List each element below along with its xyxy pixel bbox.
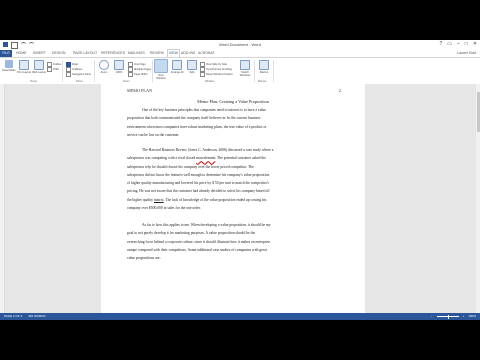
page-number: 2 xyxy=(338,88,341,93)
checkbox-icon xyxy=(66,72,71,77)
zoom-slider[interactable] xyxy=(436,314,459,319)
text-line: the higher quality matrix. The lack of k… xyxy=(127,197,267,202)
zoom-level[interactable]: 100% xyxy=(468,313,476,320)
web-layout-button[interactable]: Web Layout xyxy=(32,60,46,74)
tab-mailings[interactable]: MAILINGS xyxy=(128,50,145,57)
zoom-100-icon xyxy=(114,60,124,70)
macros-icon xyxy=(259,60,269,70)
running-head: MEMO PLAN xyxy=(127,88,153,93)
switch-windows-icon xyxy=(240,60,250,70)
arrange-all-icon xyxy=(172,60,182,70)
draft-button[interactable]: Draft xyxy=(47,67,59,72)
read-mode-icon xyxy=(5,60,13,68)
tab-design[interactable]: DESIGN xyxy=(52,50,65,57)
switch-windows-button[interactable]: Switch Windows xyxy=(238,60,252,77)
flagged-word[interactable]: matrix xyxy=(154,198,164,202)
zoom-button[interactable]: Zoom xyxy=(97,60,111,74)
text-line: One of the key business principles that … xyxy=(142,108,267,112)
zoom-in-icon[interactable]: + xyxy=(463,313,465,320)
text-line: proposition that both communicated the c… xyxy=(127,116,261,121)
macros-button[interactable]: Macros xyxy=(257,60,271,74)
tab-insert[interactable]: INSERT xyxy=(33,50,46,57)
vertical-scrollbar[interactable] xyxy=(476,84,480,313)
document-area: MEMO PLAN 2 Memo Plan: Creating a Value … xyxy=(0,84,480,313)
group-zoom-label: Zoom xyxy=(123,80,130,83)
group-divider xyxy=(152,60,153,82)
vertical-ruler xyxy=(0,84,5,313)
new-window-icon xyxy=(154,59,168,73)
group-divider xyxy=(254,60,255,82)
new-window-button[interactable]: New Window xyxy=(154,59,168,80)
reset-window-icon xyxy=(200,72,205,77)
web-layout-icon xyxy=(34,60,44,70)
paragraph-3: As far to how this applies to me. When d… xyxy=(127,221,341,262)
ribbon-tabs: FILE HOME INSERT DESIGN PAGE LAYOUT REFE… xyxy=(0,49,480,58)
word-count-status[interactable]: 446 WORDS xyxy=(28,313,45,320)
text-line: environment when most companies have rob… xyxy=(127,124,267,129)
ribbon-display-button[interactable]: ▭ xyxy=(447,41,452,47)
page-width-icon xyxy=(128,72,133,77)
group-divider xyxy=(62,60,63,82)
split-button[interactable]: Split xyxy=(185,60,199,74)
tab-page-layout[interactable]: PAGE LAYOUT xyxy=(73,50,97,57)
paragraph-1: One of the key business principles that … xyxy=(127,106,341,139)
window-title: Word Document - Word xyxy=(219,42,261,47)
page-width-button[interactable]: Page Width xyxy=(128,72,147,77)
flagged-word[interactable]: murcelement xyxy=(196,156,215,160)
maximize-button[interactable]: □ xyxy=(465,41,468,47)
text-line: salesperson why he should choose his com… xyxy=(127,164,254,169)
tab-references[interactable]: REFERENCES xyxy=(101,50,125,57)
text-line: overarching force behind a corporate cul… xyxy=(127,239,271,244)
user-name[interactable]: Lauren Kidd xyxy=(457,50,476,57)
text-line: goal to not purely develop it for market… xyxy=(127,231,256,236)
zoom-out-icon[interactable]: − xyxy=(431,313,433,320)
print-layout-icon xyxy=(19,60,29,70)
draft-icon xyxy=(47,67,52,72)
zoom-slider-thumb[interactable] xyxy=(447,314,449,319)
read-mode-button[interactable]: Read Mode xyxy=(2,60,16,72)
word-window: Word Document - Word ? ▭ – □ ✕ FILE HOME… xyxy=(0,40,480,320)
group-divider xyxy=(94,60,95,82)
reset-window-position-button[interactable]: Reset Window Position xyxy=(200,72,233,77)
tab-file[interactable]: FILE xyxy=(0,50,12,57)
document-page[interactable]: MEMO PLAN 2 Memo Plan: Creating a Value … xyxy=(101,84,365,313)
text-line: pricing. He was not aware that the custo… xyxy=(127,189,270,194)
text-line: salesperson did not know the features we… xyxy=(127,172,270,177)
text-line: of higher quality manufacturing and lowe… xyxy=(127,181,269,186)
paragraph-2: The Harvard Business Review (Jones C. An… xyxy=(127,146,341,212)
text-line: value propositions are: xyxy=(127,256,161,261)
tab-home[interactable]: HOME xyxy=(16,50,27,57)
print-layout-button[interactable]: Print Layout xyxy=(17,60,31,74)
ribbon: Read Mode Print Layout Web Layout Outlin… xyxy=(0,57,480,85)
group-views-label: Views xyxy=(30,80,37,83)
text-line: As far to how this applies to me. When d… xyxy=(142,223,271,227)
scroll-thumb[interactable] xyxy=(476,92,480,132)
split-icon xyxy=(187,60,197,70)
tab-add-ins[interactable]: ADD-INS xyxy=(181,50,195,57)
zoom-icon xyxy=(99,60,109,70)
text-line: unique compared with their competitors. … xyxy=(127,247,267,252)
help-button[interactable]: ? xyxy=(439,41,442,47)
arrange-all-button[interactable]: Arrange All xyxy=(170,60,184,74)
close-button[interactable]: ✕ xyxy=(473,41,477,47)
title-bar: Word Document - Word ? ▭ – □ ✕ xyxy=(0,40,480,50)
text-line: service can be lost on the customer. xyxy=(127,132,180,137)
group-window-label: Window xyxy=(205,80,215,83)
text-line: The Harvard Business Review (Jones C. An… xyxy=(142,148,274,152)
status-bar: PAGE 2 OF 3 446 WORDS − + 100% xyxy=(0,313,480,320)
text-line: company over $500,000 in sales for the o… xyxy=(127,206,201,211)
document-title: Memo Plan: Creating a Value Proposition xyxy=(197,99,269,104)
tab-acrobat[interactable]: ACROBAT xyxy=(198,50,215,57)
window-controls: ? ▭ – □ ✕ xyxy=(439,41,477,47)
zoom-100-button[interactable]: 100% xyxy=(112,60,126,74)
group-show-label: Show xyxy=(76,80,83,83)
page-count-status[interactable]: PAGE 2 OF 3 xyxy=(4,313,22,320)
navigation-pane-checkbox[interactable]: Navigation Pane xyxy=(66,72,91,77)
text-line: salesperson was competing with a rival c… xyxy=(127,156,266,161)
tab-review[interactable]: REVIEW xyxy=(150,50,164,57)
minimize-button[interactable]: – xyxy=(457,41,460,47)
group-macros-label: Macros xyxy=(258,80,267,83)
group-divider xyxy=(273,60,274,82)
